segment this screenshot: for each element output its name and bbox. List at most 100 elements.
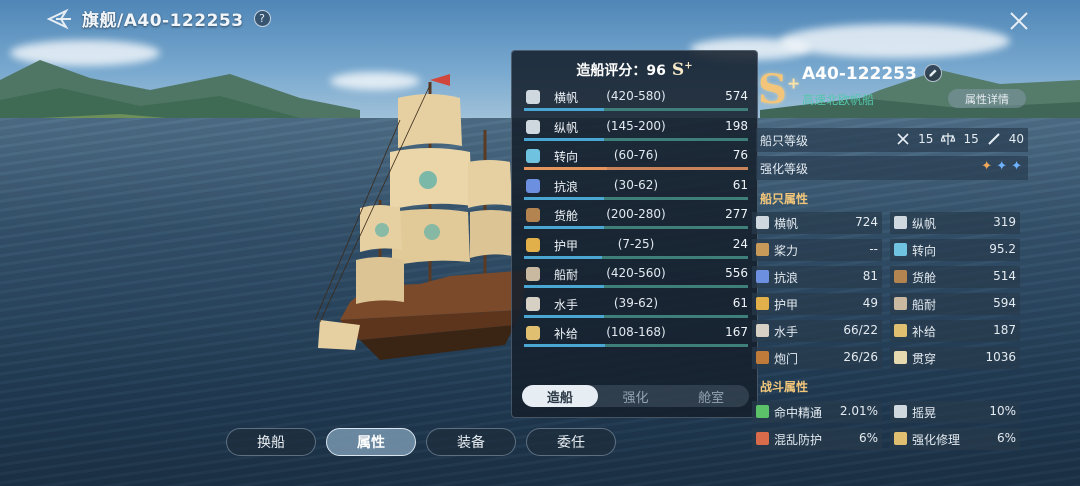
- stat-range: (420-580): [606, 89, 666, 103]
- attribute-value: 26/26: [843, 350, 878, 364]
- stat-bar-fill: [524, 255, 602, 259]
- stat-range: (30-62): [613, 177, 659, 192]
- attribute-name: 命中精通: [774, 406, 823, 420]
- score-title: 造船评分：96 S+: [512, 57, 757, 83]
- enhance-level-bar: 强化等级 ✦ ✦ ✦: [756, 156, 1028, 180]
- attribute-icon: [894, 324, 907, 337]
- tab-shipbuild[interactable]: 造船: [522, 385, 598, 407]
- stat-row: 横帆 (420-580) 574: [524, 87, 748, 116]
- back-arrow-icon[interactable]: [46, 8, 72, 30]
- stat-value: 556: [725, 266, 748, 280]
- stat-bar: [524, 314, 748, 318]
- close-icon[interactable]: [1008, 10, 1030, 32]
- attribute-name: 混乱防护: [774, 433, 823, 447]
- stat-bar-fill: [524, 167, 607, 170]
- stat-value: 61: [732, 177, 748, 192]
- attribute-icon: [756, 351, 769, 364]
- attribute-name: 强化修理: [912, 433, 961, 447]
- stat-row: 水手 (39-62) 61: [524, 294, 748, 323]
- enhance-level-label: 强化等级: [760, 162, 809, 176]
- stat-bar: [524, 108, 748, 111]
- attribute-name: 摇晃: [912, 406, 937, 420]
- stat-row: 船耐 (420-560) 556: [524, 264, 748, 293]
- battle-attribute-item: 强化修理 6%: [890, 428, 1020, 450]
- stat-bar-fill: [524, 344, 606, 347]
- help-icon[interactable]: ?: [253, 10, 271, 27]
- edit-name-icon[interactable]: [924, 64, 942, 82]
- ship-info-panel: S+ A40-122253 高速北欧帆船 属性详情 船只等级 15 15 40 …: [748, 58, 1080, 486]
- attribute-name: 桨力: [774, 244, 799, 258]
- appoint-button[interactable]: 委任: [526, 428, 616, 456]
- stat-bar: [524, 137, 748, 141]
- change-ship-button[interactable]: 换船: [226, 428, 316, 456]
- attribute-item: 炮门 26/26: [752, 347, 882, 369]
- attribute-value: 49: [862, 296, 878, 310]
- attribute-item: 桨力 --: [752, 239, 882, 261]
- scales-icon: [941, 133, 956, 145]
- stat-row: 补给 (108-168) 167: [524, 323, 748, 352]
- attribute-item: 贯穿 1036: [890, 347, 1020, 369]
- attribute-icon: [756, 297, 769, 310]
- equipment-button[interactable]: 装备: [426, 428, 516, 456]
- header: 旗舰/A40-122253 ?: [46, 6, 271, 31]
- stat-bar: [524, 285, 748, 288]
- attribute-details-button[interactable]: 属性详情: [948, 89, 1026, 108]
- attribute-name: 护甲: [774, 298, 799, 312]
- attribute-icon: [894, 351, 907, 364]
- attribute-name: 炮门: [774, 352, 799, 366]
- attribute-value: 81: [862, 269, 878, 283]
- stat-range: (145-200): [606, 118, 666, 133]
- attribute-name: 纵帆: [912, 217, 937, 231]
- stat-range: (7-25): [617, 236, 655, 251]
- stat-row: 抗浪 (30-62) 61: [524, 176, 748, 205]
- attribute-icon: [756, 270, 769, 283]
- attribute-icon: [894, 432, 907, 445]
- attribute-name: 横帆: [774, 217, 799, 231]
- attribute-name: 水手: [774, 325, 799, 339]
- attribute-item: 船耐 594: [890, 293, 1020, 315]
- tab-cabin[interactable]: 舱室: [673, 385, 749, 407]
- attribute-value: 6%: [996, 431, 1016, 445]
- attribute-item: 抗浪 81: [752, 266, 882, 288]
- battle-attribute-item: 摇晃 10%: [890, 401, 1020, 423]
- stat-range: (39-62): [613, 295, 659, 310]
- stat-row: 货舱 (200-280) 277: [524, 205, 748, 234]
- ship-level-bar: 船只等级 15 15 40: [756, 128, 1028, 152]
- attribute-icon: [756, 324, 769, 337]
- attribute-item: 转向 95.2: [890, 239, 1020, 261]
- attribute-icon: [894, 405, 907, 418]
- attribute-value: 66/22: [843, 323, 878, 337]
- attributes-button[interactable]: 属性: [326, 428, 416, 456]
- stat-bar: [524, 344, 748, 347]
- attribute-value: 6%: [858, 431, 878, 445]
- stat-bar-fill: [524, 314, 604, 318]
- attribute-item: 货舱 514: [890, 266, 1020, 288]
- attribute-icon: [894, 297, 907, 310]
- tab-enhance[interactable]: 强化: [598, 385, 674, 407]
- attribute-name: 补给: [912, 325, 937, 339]
- stat-value: 61: [732, 295, 748, 310]
- attribute-name: 船耐: [912, 298, 937, 312]
- ship-model: [314, 74, 530, 360]
- stat-bar-fill: [524, 137, 604, 141]
- attribute-value: 724: [855, 215, 878, 229]
- ship-grade: S+: [758, 66, 801, 113]
- stat-value: 198: [725, 118, 748, 133]
- stat-bar: [524, 226, 748, 229]
- attribute-icon: [756, 216, 769, 229]
- ship-level-label: 船只等级: [760, 134, 809, 148]
- attribute-value: 594: [993, 296, 1016, 310]
- attribute-value: 1036: [985, 350, 1016, 364]
- shipbuild-score-panel: 造船评分：96 S+ 横帆 (420-580) 574 纵帆 (145-200) 198 转…: [511, 50, 758, 418]
- attribute-icon: [756, 243, 769, 256]
- attribute-value: 319: [993, 215, 1016, 229]
- attribute-value: 514: [993, 269, 1016, 283]
- attribute-item: 纵帆 319: [890, 212, 1020, 234]
- attribute-name: 货舱: [912, 271, 937, 285]
- stat-bar-fill: [524, 226, 604, 229]
- stat-value: 277: [725, 207, 748, 221]
- star-icon: ✦: [996, 159, 1008, 174]
- stat-bar: [524, 255, 748, 259]
- stat-range: (200-280): [606, 207, 666, 221]
- explore-level: 40: [1008, 132, 1024, 146]
